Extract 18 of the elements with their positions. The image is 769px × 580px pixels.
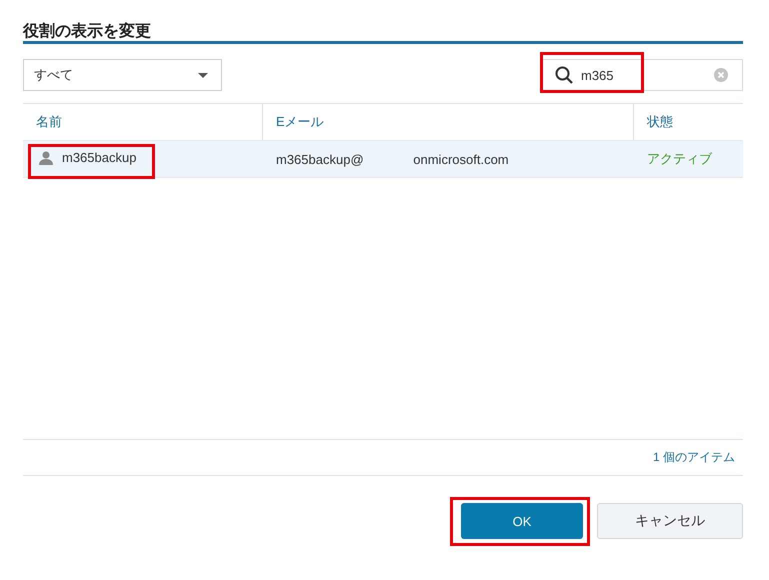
status-text: アクティブ bbox=[647, 151, 712, 166]
ok-button[interactable]: OK bbox=[461, 503, 583, 539]
email-domain: onmicrosoft.com bbox=[413, 152, 509, 166]
column-header[interactable]: 状態 bbox=[634, 104, 743, 140]
table-row[interactable]: m365backup m365backup@ onmicrosoft.com アクティブ bbox=[23, 141, 743, 178]
item-count: 1 個のアイテム bbox=[652, 449, 735, 466]
search-icon bbox=[555, 66, 573, 84]
column-header[interactable]: 名前 bbox=[23, 104, 263, 140]
person-icon bbox=[39, 150, 53, 165]
cancel-button[interactable]: キャンセル bbox=[597, 503, 743, 539]
caret-icon bbox=[198, 72, 208, 78]
email-user: m365backup@ bbox=[276, 152, 364, 166]
user-name: m365backup bbox=[62, 150, 136, 166]
dialog-title: 役割の表示を変更 bbox=[23, 21, 152, 41]
filter-dropdown[interactable]: すべて bbox=[23, 59, 222, 91]
search-field[interactable]: m365 bbox=[541, 59, 743, 91]
clear-icon[interactable] bbox=[714, 68, 728, 82]
column-header[interactable]: Eメール bbox=[263, 104, 634, 140]
